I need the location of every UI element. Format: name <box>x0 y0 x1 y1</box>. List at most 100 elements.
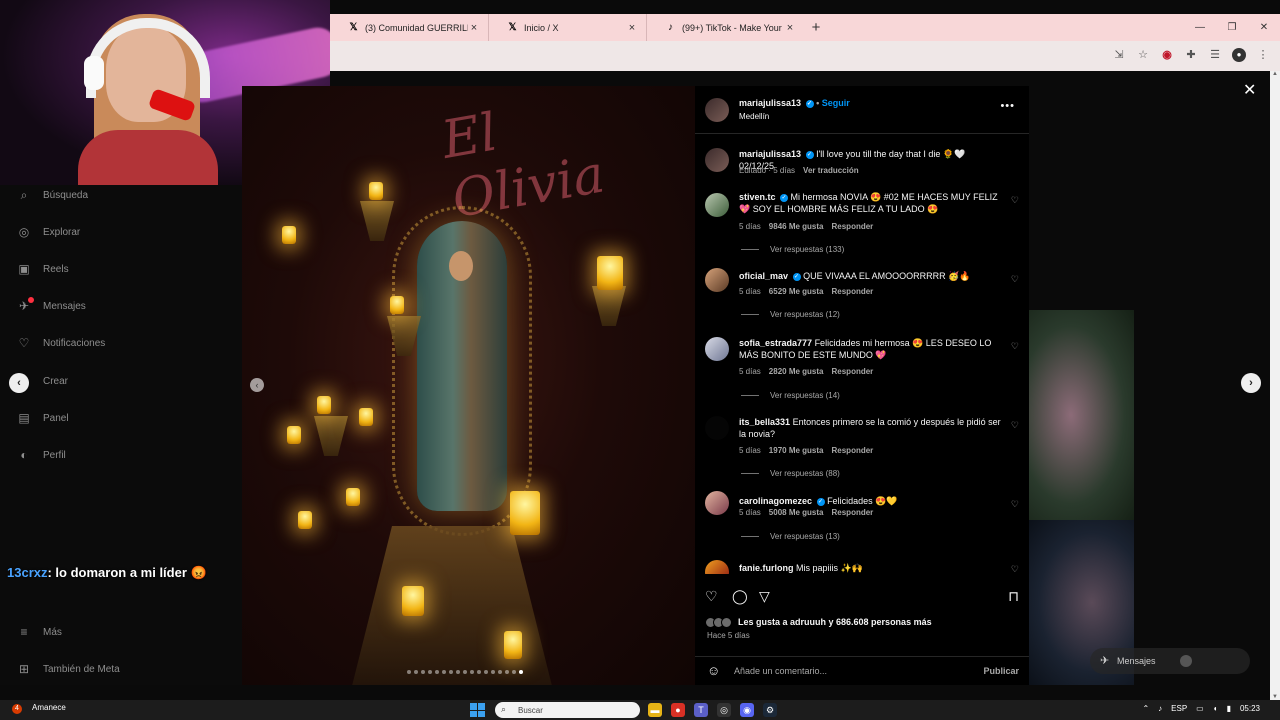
carousel-dot[interactable] <box>477 670 481 674</box>
comment-likes[interactable]: 2820 Me gusta <box>769 367 824 376</box>
post-location[interactable]: Medellín <box>739 112 769 121</box>
install-app-icon[interactable]: ⇲ <box>1112 48 1126 62</box>
next-post-button[interactable]: › <box>1241 373 1261 393</box>
tab-inicio-x[interactable]: 𝕏 Inicio / X × <box>488 14 646 41</box>
minimize-button[interactable]: — <box>1184 14 1216 41</box>
author-username[interactable]: mariajulissa13 <box>739 98 801 108</box>
carousel-dot[interactable] <box>505 670 509 674</box>
likes-summary[interactable]: Les gusta a adruuuh y 686.608 personas m… <box>705 617 932 629</box>
like-comment-icon[interactable]: ♡ <box>1011 499 1019 510</box>
commenter-username[interactable]: carolinagomezec <box>739 496 812 506</box>
commenter-avatar[interactable] <box>705 560 729 574</box>
view-replies[interactable]: Ver respuestas (88) <box>741 469 840 478</box>
tray-chevron-icon[interactable]: ⌃ <box>1142 704 1149 713</box>
volume-icon[interactable]: ◖ <box>1213 704 1218 713</box>
comment-icon[interactable]: ◯ <box>732 588 748 605</box>
translate-link[interactable]: Ver traducción <box>803 166 859 175</box>
steam-icon[interactable]: ⚙ <box>763 703 777 717</box>
weather-widget[interactable]: 4 Amanece <box>12 703 66 714</box>
nav-reels[interactable]: ▣ Reels <box>16 259 68 279</box>
nav-also-meta[interactable]: ⊞ También de Meta <box>16 659 120 679</box>
image-previous-button[interactable]: ‹ <box>250 378 264 392</box>
close-tab-icon[interactable]: × <box>468 22 480 34</box>
like-comment-icon[interactable]: ♡ <box>1011 274 1019 285</box>
maximize-button[interactable]: ❐ <box>1216 14 1248 41</box>
carousel-dot[interactable] <box>456 670 460 674</box>
nav-notifications[interactable]: ♡ Notificaciones <box>16 333 106 353</box>
commenter-username[interactable]: stiven.tc <box>739 192 776 202</box>
like-comment-icon[interactable]: ♡ <box>1011 420 1019 431</box>
carousel-dot[interactable] <box>470 670 474 674</box>
post-image[interactable]: El Olivia ‹ <box>242 86 695 685</box>
carousel-dot[interactable] <box>435 670 439 674</box>
nav-explore[interactable]: ◎ Explorar <box>16 222 81 242</box>
share-icon[interactable]: ▽ <box>759 588 770 605</box>
comment-likes[interactable]: 6529 Me gusta <box>769 287 824 296</box>
publish-button[interactable]: Publicar <box>983 666 1019 676</box>
like-comment-icon[interactable]: ♡ <box>1011 564 1019 574</box>
carousel-dot[interactable] <box>498 670 502 674</box>
commenter-avatar[interactable] <box>705 491 729 515</box>
carousel-dot[interactable] <box>428 670 432 674</box>
commenter-username[interactable]: sofia_estrada777 <box>739 338 812 348</box>
bookmark-icon[interactable]: ⊓ <box>1008 588 1019 605</box>
previous-post-button[interactable]: ‹ <box>9 373 29 393</box>
battery-icon[interactable]: ▮ <box>1227 704 1231 713</box>
commenter-avatar[interactable] <box>705 337 729 361</box>
view-replies[interactable]: Ver respuestas (12) <box>741 310 840 319</box>
nav-search[interactable]: ⌕ Búsqueda <box>16 185 88 205</box>
author-avatar[interactable] <box>705 148 729 172</box>
carousel-dot[interactable] <box>512 670 516 674</box>
follow-button[interactable]: Seguir <box>822 98 850 108</box>
file-explorer-icon[interactable]: ▬ <box>648 703 662 717</box>
like-comment-icon[interactable]: ♡ <box>1011 195 1019 206</box>
clock[interactable]: 05:23 <box>1240 704 1260 713</box>
carousel-dot[interactable] <box>414 670 418 674</box>
discord-icon[interactable]: ◉ <box>740 703 754 717</box>
nav-messages[interactable]: ✈ Mensajes <box>16 296 86 316</box>
close-tab-icon[interactable]: × <box>784 22 796 34</box>
comment-input[interactable]: Añade un comentario... <box>734 666 827 676</box>
carousel-dot[interactable] <box>407 670 411 674</box>
menu-icon[interactable]: ⋮ <box>1256 48 1270 62</box>
app-icon[interactable]: ◎ <box>717 703 731 717</box>
carousel-dot[interactable] <box>421 670 425 674</box>
extensions-icon[interactable]: ✚ <box>1184 48 1198 62</box>
chrome-icon[interactable]: ● <box>671 703 685 717</box>
reply-button[interactable]: Responder <box>832 222 874 231</box>
display-icon[interactable]: ▭ <box>1196 704 1204 713</box>
view-replies[interactable]: Ver respuestas (13) <box>741 532 840 541</box>
commenter-avatar[interactable] <box>705 193 729 217</box>
page-scrollbar[interactable]: ▲ ▼ <box>1270 71 1280 700</box>
like-icon[interactable]: ♡ <box>705 588 718 605</box>
author-avatar[interactable] <box>705 98 729 122</box>
like-comment-icon[interactable]: ♡ <box>1011 341 1019 352</box>
emoji-icon[interactable]: ☺ <box>707 663 720 678</box>
teams-icon[interactable]: T <box>694 703 708 717</box>
commenter-username[interactable]: its_bella331 <box>739 417 790 427</box>
view-replies[interactable]: Ver respuestas (14) <box>741 391 840 400</box>
carousel-dot[interactable] <box>484 670 488 674</box>
carousel-dot[interactable] <box>491 670 495 674</box>
reading-list-icon[interactable]: ☰ <box>1208 48 1222 62</box>
carousel-dot[interactable] <box>442 670 446 674</box>
nav-more[interactable]: ≡ Más <box>16 622 61 642</box>
scroll-up-icon[interactable]: ▲ <box>1270 71 1280 77</box>
commenter-avatar[interactable] <box>705 268 729 292</box>
nav-profile[interactable]: ◐ Perfil <box>16 445 65 465</box>
profile-avatar-icon[interactable]: ● <box>1232 48 1246 62</box>
nav-dashboard[interactable]: ▤ Panel <box>16 408 68 428</box>
carousel-dot[interactable] <box>449 670 453 674</box>
windows-start-icon[interactable] <box>470 703 485 717</box>
tab-tiktok[interactable]: ♪ (99+) TikTok - Make Your Day × <box>646 14 804 41</box>
bookmark-star-icon[interactable]: ☆ <box>1136 48 1150 62</box>
mic-icon[interactable]: ♪ <box>1158 704 1162 713</box>
commenter-username[interactable]: fanie.furlong <box>739 563 794 573</box>
tab-guerrilla[interactable]: 𝕏 (3) Comunidad GUERRILLA TC × <box>330 14 488 41</box>
reply-button[interactable]: Responder <box>832 508 874 517</box>
commenter-username[interactable]: oficial_mav <box>739 271 788 281</box>
new-tab-button[interactable]: + <box>806 19 826 36</box>
comment-likes[interactable]: 9846 Me gusta <box>769 222 824 231</box>
close-window-button[interactable]: ✕ <box>1248 14 1280 41</box>
language-indicator[interactable]: ESP <box>1171 704 1187 713</box>
